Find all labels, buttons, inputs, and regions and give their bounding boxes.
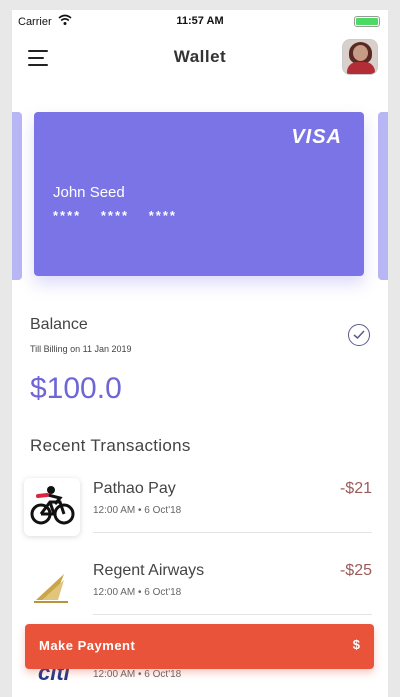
page-title: Wallet [173,47,227,66]
wallet-card[interactable]: VISA John Seed **** **** **** [34,112,364,276]
transaction-row[interactable]: Pathao Pay 12:00 AM • 6 Oct'18 -$21 [12,478,388,560]
check-circle-icon[interactable] [348,324,370,346]
previous-card-peek[interactable] [12,112,22,280]
divider [93,532,372,533]
transaction-datetime: 12:00 AM • 6 Oct'18 [93,587,182,598]
bicycle-logo [24,478,80,536]
transaction-amount: -$25 [339,562,372,579]
divider [93,614,372,615]
recent-transactions-heading: Recent Transactions [30,436,191,455]
card-number: **** **** **** [53,208,177,223]
airline-wing-logo [24,560,80,618]
battery-icon [354,16,380,27]
avatar[interactable] [342,39,378,75]
billing-date: Till Billing on 11 Jan 2019 [30,344,132,354]
status-time: 11:57 AM [176,15,224,27]
transaction-datetime: 12:00 AM • 6 Oct'18 [93,669,182,680]
currency-icon: $ [352,637,360,652]
status-bar: Carrier 11:57 AM [12,10,388,34]
transaction-merchant: Regent Airways [93,562,205,579]
nav-bar: Wallet [12,34,388,84]
make-payment-button[interactable]: Make Payment $ [25,624,374,669]
balance-amount: $100.0 [30,372,122,405]
transaction-amount: -$21 [339,480,372,497]
visa-logo: VISA [291,126,342,148]
transaction-datetime: 12:00 AM • 6 Oct'18 [93,505,182,516]
next-card-peek[interactable] [378,112,388,280]
transaction-merchant: Pathao Pay [93,480,176,497]
make-payment-label: Make Payment [39,638,136,653]
balance-label: Balance [30,316,88,333]
card-holder-name: John Seed [53,184,125,201]
wallet-screen: Carrier 11:57 AM Wallet VISA John Seed *… [12,10,388,697]
